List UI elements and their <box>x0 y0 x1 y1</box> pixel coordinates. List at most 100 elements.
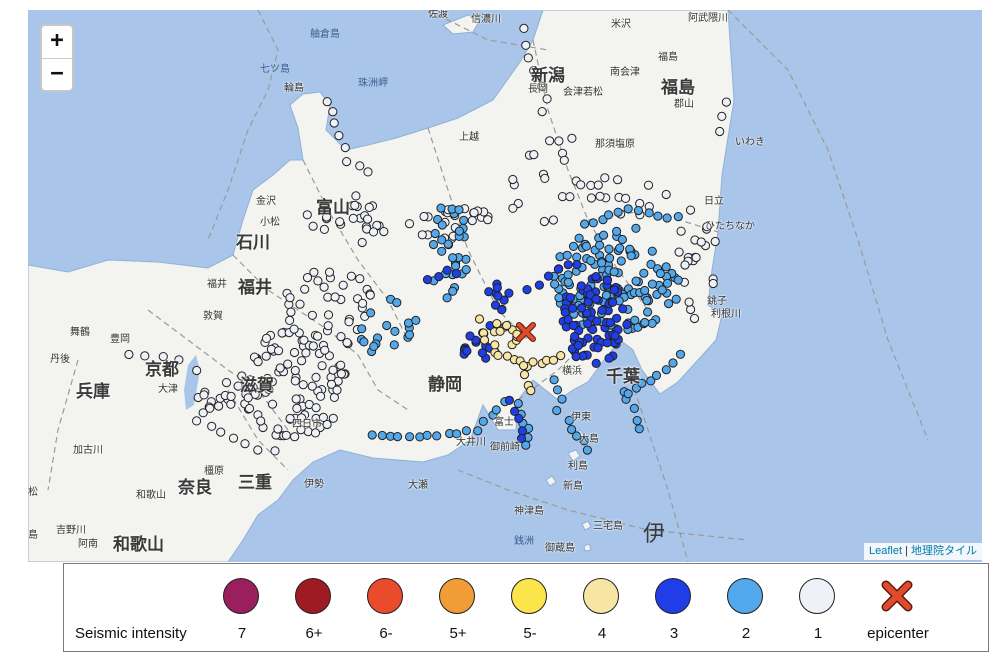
legend-item-label: 6+ <box>305 625 323 642</box>
station-marker <box>405 432 415 442</box>
place-label: 三重 <box>238 473 272 493</box>
station-marker <box>199 390 209 400</box>
station-marker <box>591 272 601 282</box>
station-marker <box>540 173 550 183</box>
station-marker <box>422 430 432 440</box>
station-marker <box>340 143 350 153</box>
station-marker <box>274 346 284 356</box>
station-marker <box>618 304 628 314</box>
station-marker <box>657 285 667 295</box>
station-marker <box>313 331 323 341</box>
station-marker <box>330 292 340 302</box>
station-marker <box>357 324 367 334</box>
station-marker <box>336 369 346 379</box>
station-marker <box>436 203 446 213</box>
station-marker <box>307 381 317 391</box>
station-marker <box>192 365 202 376</box>
legend-item: 4 <box>562 564 642 653</box>
station-marker <box>490 340 500 350</box>
station-marker <box>696 237 706 247</box>
station-marker <box>358 298 368 308</box>
station-marker <box>647 318 657 328</box>
station-marker <box>302 273 313 283</box>
station-marker <box>673 212 683 222</box>
station-marker <box>365 290 375 300</box>
map-attribution: Leaflet | 地理院タイル <box>863 543 982 560</box>
station-marker <box>610 331 620 341</box>
station-marker <box>363 214 373 224</box>
station-marker <box>571 351 581 362</box>
station-marker <box>632 416 642 426</box>
zoom-out-button[interactable]: − <box>42 58 72 91</box>
place-label: 京都 <box>145 360 179 380</box>
legend-item: 6- <box>346 564 426 653</box>
station-marker <box>355 161 365 171</box>
station-marker <box>592 316 602 326</box>
station-marker <box>192 416 202 426</box>
station-marker <box>623 389 633 399</box>
intensity-map[interactable]: 佐渡 信濃川 米沢 福島 阿武隈川 舳倉島 七ツ島 輪島 珠洲岬 新潟 長岡 会津若松 南会津 福島 郡山い… <box>28 10 982 562</box>
station-marker <box>437 246 447 256</box>
place-label: 金沢 <box>256 196 276 207</box>
station-marker <box>290 376 300 386</box>
station-marker <box>415 432 425 442</box>
station-marker <box>469 208 479 218</box>
station-marker <box>554 136 564 146</box>
station-marker <box>548 215 559 225</box>
station-marker <box>591 358 601 368</box>
station-marker <box>568 241 579 251</box>
station-marker <box>602 275 613 285</box>
station-marker <box>588 218 598 228</box>
legend-item: 6+ <box>274 564 354 653</box>
station-marker <box>342 338 352 348</box>
station-marker <box>322 97 332 107</box>
station-marker <box>377 430 387 441</box>
station-marker <box>437 220 447 230</box>
gsi-tiles-link[interactable]: 地理院タイル <box>911 545 977 557</box>
station-marker <box>483 215 493 225</box>
place-label: 千葉 <box>606 367 640 387</box>
station-marker <box>640 317 650 328</box>
station-marker <box>491 405 501 415</box>
zoom-in-button[interactable]: + <box>42 26 72 58</box>
station-marker <box>680 260 690 270</box>
station-marker <box>559 155 569 165</box>
station-marker <box>442 265 452 275</box>
station-marker <box>490 300 501 310</box>
station-marker <box>492 283 502 293</box>
station-marker <box>124 349 134 360</box>
station-marker <box>615 243 625 253</box>
place-label: 静岡 <box>428 375 462 395</box>
station-marker <box>467 216 477 226</box>
station-marker <box>359 337 369 347</box>
station-marker <box>292 403 302 413</box>
station-marker <box>502 320 512 331</box>
legend-item-label: 6- <box>379 625 393 642</box>
station-marker <box>597 258 607 268</box>
station-marker <box>221 378 232 388</box>
map-canvas[interactable] <box>28 10 982 562</box>
place-label: 新潟 <box>531 66 565 86</box>
station-marker <box>721 97 732 107</box>
station-marker <box>302 210 312 220</box>
leaflet-link[interactable]: Leaflet <box>869 545 902 557</box>
station-marker <box>647 246 657 256</box>
station-marker <box>685 205 696 215</box>
station-marker <box>550 279 560 289</box>
intensity-6plus-swatch <box>295 578 331 614</box>
station-marker <box>253 445 263 455</box>
station-marker <box>308 221 318 231</box>
station-marker <box>214 401 224 411</box>
station-marker <box>261 333 272 343</box>
place-label: 和歌山 <box>113 535 164 555</box>
station-marker <box>319 282 329 292</box>
station-marker <box>545 136 555 146</box>
place-label: 利島 <box>568 461 588 472</box>
station-marker <box>430 228 440 239</box>
station-marker <box>404 330 415 340</box>
station-marker <box>586 180 596 190</box>
station-marker <box>643 180 654 190</box>
place-label: 福井 <box>238 278 272 298</box>
station-marker <box>207 421 217 431</box>
station-marker <box>335 217 345 227</box>
